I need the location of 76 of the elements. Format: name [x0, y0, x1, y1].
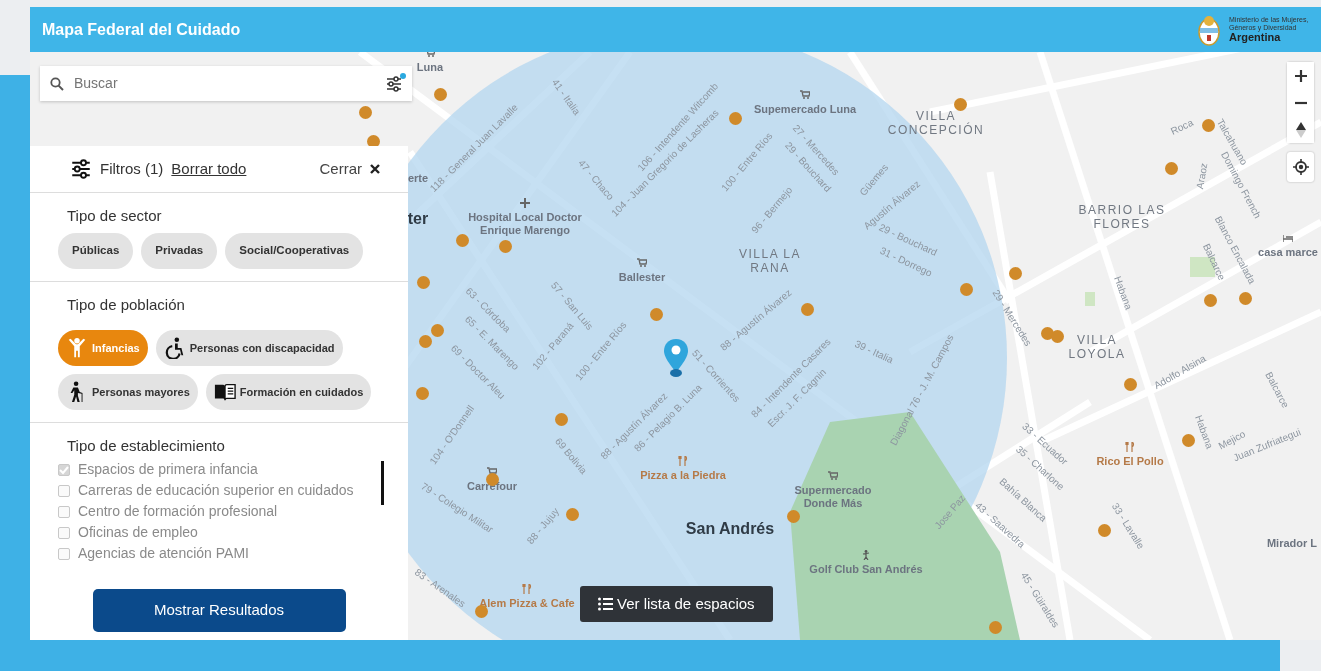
- close-button[interactable]: Cerrar: [319, 157, 380, 181]
- hospital-label: Hospital Local Doctor Enrique Marengo: [467, 211, 583, 237]
- fork-knife-icon: [522, 584, 532, 594]
- store-label: Luna: [416, 60, 444, 74]
- search-bar[interactable]: Buscar: [40, 66, 412, 101]
- book-icon: [213, 381, 236, 403]
- filter-title: Filtros (1): [100, 158, 164, 179]
- bed-icon: [1283, 233, 1293, 243]
- section-heading: Tipo de población: [67, 296, 186, 314]
- checkbox[interactable]: [58, 484, 70, 497]
- cart-icon: [637, 258, 647, 268]
- show-results-button[interactable]: Mostrar Resultados: [92, 589, 346, 632]
- filter-chip[interactable]: Social/Cooperativas: [225, 233, 364, 269]
- hotel-label: casa marce: [1258, 245, 1318, 259]
- zoom-in-button[interactable]: [1287, 62, 1314, 89]
- restaurant-label: Pizza a la Piedra: [640, 468, 726, 482]
- checkbox-label: Carreras de educación superior en cuidados: [78, 481, 354, 500]
- fork-knife-icon: [678, 456, 688, 466]
- neighborhood-label: VILLA LA RANA: [737, 248, 802, 276]
- street-label: Habana: [1192, 413, 1216, 451]
- locate-button[interactable]: [1287, 152, 1314, 182]
- restaurant-label: Rico El Pollo: [1096, 454, 1164, 468]
- street-label: Mejico: [1216, 428, 1248, 452]
- section-heading: Tipo de establecimiento: [67, 437, 226, 455]
- location-pin-icon: [663, 338, 689, 378]
- list-view-button[interactable]: Ver lista de espacios: [580, 586, 773, 622]
- cart-icon: [800, 90, 810, 100]
- scrollbar[interactable]: [381, 461, 384, 505]
- checkbox-label: Espacios de primera infancia: [78, 460, 258, 479]
- neighborhood-label: VILLA CONCEPCIÓN: [886, 110, 986, 138]
- store-label: Ballester: [618, 270, 666, 284]
- filter-chip[interactable]: Privadas: [141, 233, 218, 269]
- cross-icon: [520, 198, 530, 208]
- golf-club-label: Golf Club San Andrés: [809, 562, 923, 576]
- filter-button[interactable]: [386, 75, 402, 92]
- checkbox-label: Oficinas de empleo: [78, 523, 198, 542]
- checkbox[interactable]: [58, 463, 70, 476]
- locality-label: ter: [407, 209, 429, 229]
- app-title: Mapa Federal del Cuidado: [42, 19, 241, 40]
- checkbox[interactable]: [58, 547, 70, 560]
- restaurant-label: Alem Pizza & Cafe: [479, 596, 575, 610]
- sliders-icon: [70, 159, 92, 179]
- wheelchair-icon: [163, 337, 186, 359]
- neighborhood-label: VILLA LOYOLA: [1067, 334, 1127, 362]
- street-label: Habana: [1111, 274, 1135, 312]
- street-label: Araoz: [1194, 162, 1210, 190]
- place-label: erte: [407, 171, 429, 185]
- cart-icon: [828, 471, 838, 481]
- filter-chip[interactable]: Personas con discapacidad: [155, 330, 343, 366]
- country-name: Argentina: [1229, 32, 1282, 43]
- store-label: Carrefour: [466, 479, 518, 493]
- filter-chip[interactable]: Personas mayores: [58, 374, 198, 410]
- golfer-icon: [861, 550, 871, 560]
- neighborhood-label: BARRIO LAS FLORES: [1077, 204, 1167, 232]
- checkbox[interactable]: [58, 526, 70, 539]
- list-icon: [598, 597, 613, 611]
- child-icon: [66, 337, 88, 359]
- clear-all-link[interactable]: Borrar todo: [171, 157, 247, 181]
- place-label: Mirador L: [1266, 536, 1318, 550]
- plus-icon: [1294, 69, 1307, 82]
- compass-icon: [1295, 121, 1306, 138]
- checkbox[interactable]: [58, 505, 70, 518]
- checkbox-label: Agencias de atención PAMI: [78, 544, 249, 563]
- crosshair-icon: [1292, 159, 1309, 175]
- checkbox-label: Centro de formación profesional: [78, 502, 278, 521]
- store-label: Supemercado Luna: [753, 102, 857, 116]
- section-heading: Tipo de sector: [67, 207, 163, 225]
- filter-chip[interactable]: Públicas: [58, 233, 134, 269]
- street-label: 39 - Italia: [852, 338, 896, 366]
- close-icon: [370, 164, 380, 174]
- fork-knife-icon: [1125, 442, 1135, 452]
- filter-chip[interactable]: Formación en cuidados: [205, 374, 372, 410]
- locality-label: San Andrés: [685, 519, 775, 539]
- compass-button[interactable]: [1287, 116, 1314, 143]
- street-label: Roca: [1169, 116, 1195, 138]
- search-icon: [50, 76, 64, 91]
